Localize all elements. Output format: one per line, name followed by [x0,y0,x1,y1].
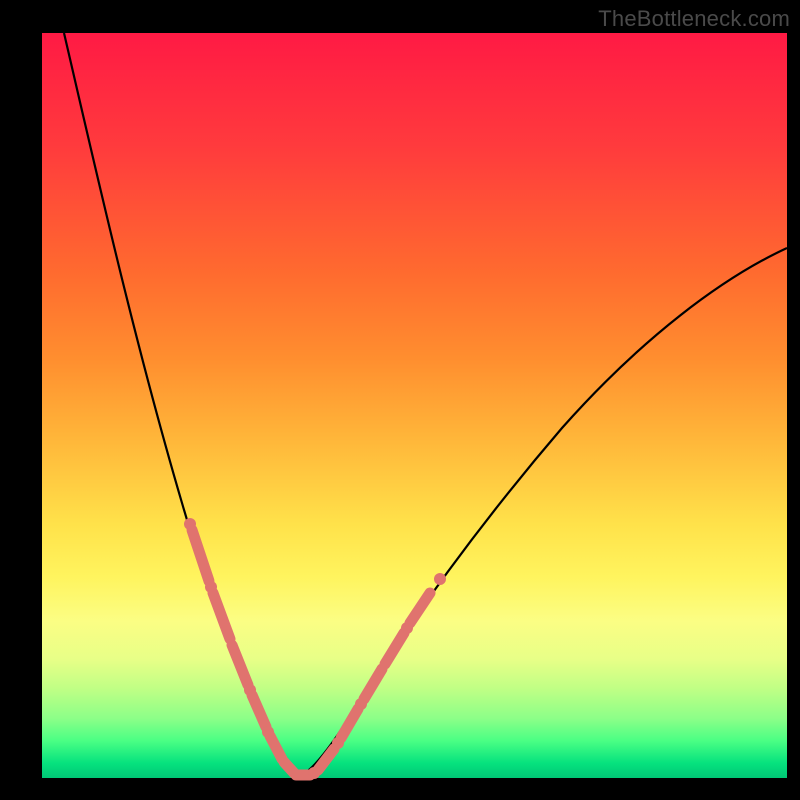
chart-frame: TheBottleneck.com [0,0,800,800]
curve-right-branch [298,248,787,777]
plot-overlay [42,33,787,778]
markers-left [184,518,282,759]
markers-floor [284,749,334,779]
curve-left-branch [64,33,298,777]
watermark-text: TheBottleneck.com [598,6,790,32]
markers-right [332,573,446,749]
